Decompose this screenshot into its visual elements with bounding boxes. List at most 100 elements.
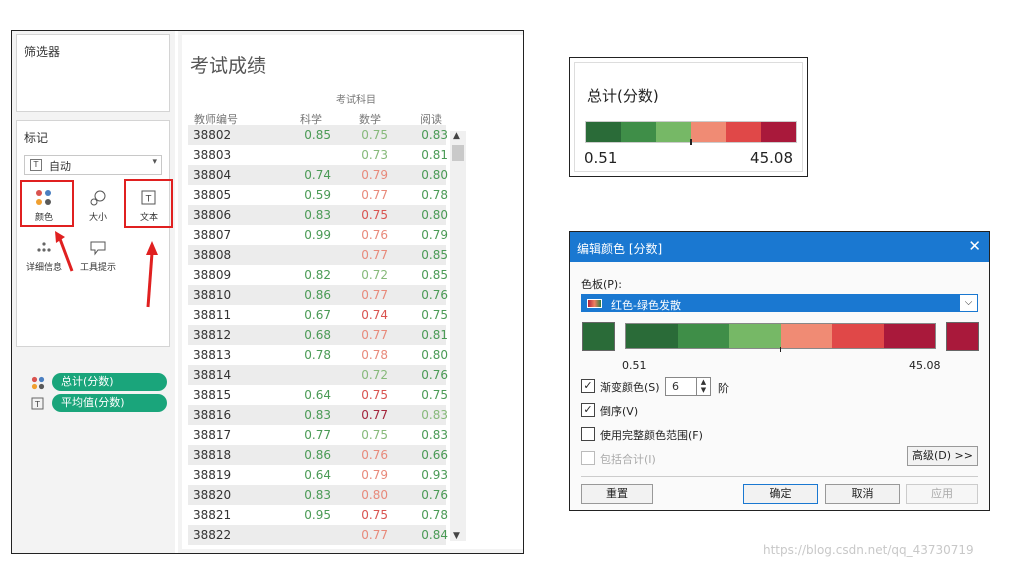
reading-cell: 0.79	[421, 228, 448, 242]
palette-select[interactable]: 红色-绿色发散 ⌵	[581, 294, 978, 312]
reading-cell: 0.81	[421, 328, 448, 342]
teacher-id-cell: 38809	[193, 268, 232, 282]
field-pill-average[interactable]: 平均值(分数)	[52, 394, 167, 412]
table-row: 38805 0.59 0.77 0.78	[188, 185, 448, 205]
table-row: 38817 0.77 0.75 0.83	[188, 425, 448, 445]
teacher-id-cell: 38816	[193, 408, 232, 422]
science-cell: 0.82	[304, 268, 331, 282]
table-row: 38809 0.82 0.72 0.85	[188, 265, 448, 285]
math-cell: 0.72	[361, 268, 388, 282]
stepped-color-checkbox[interactable]: ✓	[581, 379, 595, 393]
crosstab: 考试成绩 考试科目 教师编号 科学 数学 阅读 38802 0.85 0.75 0.8…	[182, 35, 523, 549]
reading-cell: 0.78	[421, 188, 448, 202]
palette-swatch-icon	[587, 299, 602, 308]
include-totals-label: 包括合计(I)	[600, 453, 656, 466]
math-cell: 0.77	[361, 188, 388, 202]
reset-button[interactable]: 重置	[581, 484, 653, 504]
science-cell: 0.83	[304, 488, 331, 502]
dialog-titlebar[interactable]: 编辑颜色 [分数] ✕	[570, 232, 989, 262]
dialog-min-value: 0.51	[622, 359, 647, 372]
reading-cell: 0.93	[421, 468, 448, 482]
text-t-icon: T	[31, 397, 44, 410]
teacher-id-cell: 38805	[193, 188, 232, 202]
table-row: 38821 0.95 0.75 0.78	[188, 505, 448, 525]
science-cell: 0.74	[304, 168, 331, 182]
math-cell: 0.77	[361, 248, 388, 262]
reading-cell: 0.80	[421, 208, 448, 222]
pill-row-total: 总计(分数)	[31, 373, 171, 391]
science-cell: 0.86	[304, 288, 331, 302]
cancel-button[interactable]: 取消	[825, 484, 900, 504]
ok-button[interactable]: 确定	[743, 484, 818, 504]
reading-cell: 0.76	[421, 288, 448, 302]
dialog-body: 色板(P): 红色-绿色发散 ⌵ 0.51 45.08 ✓ 渐变颜色(S) 6 …	[570, 262, 989, 510]
palette-label: 色板(P):	[581, 278, 622, 291]
scrollbar-thumb[interactable]	[452, 145, 464, 161]
legend-min-value: 0.51	[584, 149, 618, 167]
science-cell: 0.85	[304, 128, 331, 142]
close-icon[interactable]: ✕	[968, 237, 981, 255]
legend-ramp-step-3	[656, 122, 691, 142]
science-cell: 0.64	[304, 388, 331, 402]
chevron-down-icon[interactable]: ⌵	[960, 295, 977, 311]
science-cell: 0.78	[304, 348, 331, 362]
steps-value: 6	[672, 380, 679, 393]
advanced-button[interactable]: 高级(D) >>	[907, 446, 978, 466]
dialog-color-ramp	[625, 323, 936, 349]
table-row: 38813 0.78 0.78 0.80	[188, 345, 448, 365]
annotation-arrows	[55, 231, 158, 308]
edit-colors-dialog: 编辑颜色 [分数] ✕ 色板(P): 红色-绿色发散 ⌵ 0.51 45.08 …	[569, 231, 990, 511]
math-cell: 0.75	[361, 388, 388, 402]
reading-cell: 0.83	[421, 408, 448, 422]
science-cell: 0.83	[304, 408, 331, 422]
science-cell: 0.99	[304, 228, 331, 242]
table-row: 38819 0.64 0.79 0.93	[188, 465, 448, 485]
reading-cell: 0.83	[421, 428, 448, 442]
dialog-ramp-tick	[780, 347, 781, 352]
view-area: 考试成绩 考试科目 教师编号 科学 数学 阅读 38802 0.85 0.75 0.8…	[178, 31, 523, 553]
dialog-ramp-step-3	[729, 324, 781, 348]
spinner-icon[interactable]: ▲ ▼	[696, 378, 710, 395]
table-row: 38806 0.83 0.75 0.80	[188, 205, 448, 225]
reading-cell: 0.80	[421, 168, 448, 182]
dialog-ramp-step-5	[832, 324, 884, 348]
apply-button[interactable]: 应用	[906, 484, 978, 504]
math-cell: 0.75	[361, 208, 388, 222]
table-row: 38808 0.77 0.85	[188, 245, 448, 265]
science-cell: 0.83	[304, 208, 331, 222]
palette-select-value: 红色-绿色发散	[611, 299, 681, 312]
table-row: 38810 0.86 0.77 0.76	[188, 285, 448, 305]
math-cell: 0.74	[361, 308, 388, 322]
legend-ramp-step-6	[761, 122, 796, 142]
math-cell: 0.77	[361, 288, 388, 302]
reversed-checkbox[interactable]: ✓	[581, 403, 595, 417]
start-color-swatch[interactable]	[582, 322, 615, 351]
stepped-color-label: 渐变颜色(S)	[600, 381, 660, 394]
table-row: 38816 0.83 0.77 0.83	[188, 405, 448, 425]
reading-cell: 0.83	[421, 128, 448, 142]
vertical-scrollbar[interactable]: ▲ ▼	[450, 131, 466, 541]
legend-ramp-step-1	[586, 122, 621, 142]
color-legend-inner[interactable]: 总计(分数) 0.51 45.08	[574, 62, 803, 172]
dialog-ramp-step-6	[883, 324, 935, 348]
steps-stepper[interactable]: 6 ▲ ▼	[665, 377, 711, 396]
reading-cell: 0.75	[421, 388, 448, 402]
column-group-header: 考试科目	[336, 95, 376, 106]
scroll-up-icon[interactable]: ▲	[453, 131, 460, 141]
full-range-checkbox[interactable]	[581, 427, 595, 441]
end-color-swatch[interactable]	[946, 322, 979, 351]
color-legend: 总计(分数) 0.51 45.08	[569, 57, 808, 177]
table-body: 38802 0.85 0.75 0.83 38803 0.73 0.81 38804 0.74 0…	[188, 125, 448, 545]
scroll-down-icon[interactable]: ▼	[453, 531, 460, 541]
dialog-ramp-step-4	[780, 324, 832, 348]
math-cell: 0.75	[361, 428, 388, 442]
table-row: 38803 0.73 0.81	[188, 145, 448, 165]
teacher-id-cell: 38820	[193, 488, 232, 502]
science-cell: 0.59	[304, 188, 331, 202]
teacher-id-cell: 38808	[193, 248, 232, 262]
field-pill-total[interactable]: 总计(分数)	[52, 373, 167, 391]
math-cell: 0.78	[361, 348, 388, 362]
include-totals-checkbox[interactable]	[581, 451, 595, 465]
table-row: 38818 0.86 0.76 0.66	[188, 445, 448, 465]
legend-ramp-step-2	[621, 122, 656, 142]
